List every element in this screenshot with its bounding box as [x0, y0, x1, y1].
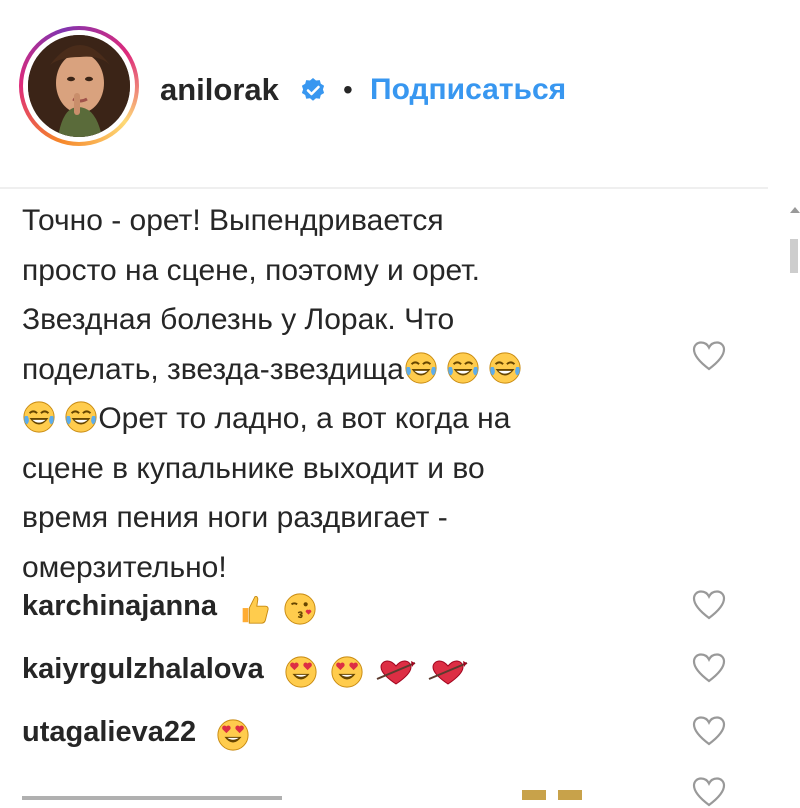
avatar-gap	[23, 30, 135, 142]
scroll-up-arrow-icon[interactable]	[790, 207, 800, 213]
comment-emojis	[284, 645, 472, 695]
follow-button[interactable]: Подписаться	[370, 70, 566, 110]
caption-line: Точно - орет! Выпендривается	[22, 204, 444, 237]
thumbs-up-icon	[237, 592, 271, 626]
comment-emojis	[237, 582, 321, 632]
separator-dot: •	[343, 74, 353, 105]
divider	[0, 187, 768, 189]
scroll-thumb[interactable]	[790, 239, 798, 273]
caption-line: сцене в купальнике выходит и во	[22, 451, 485, 485]
caption-line: время пения ноги раздвигает -	[22, 501, 448, 534]
next-comment-top-sliver	[22, 790, 582, 800]
face-blowing-kiss-icon	[283, 592, 317, 626]
like-comment-heart-icon[interactable]	[692, 589, 726, 621]
caption-line: Звездная болезнь у Лорак. Что	[22, 303, 455, 336]
comment-username[interactable]: utagalieva22	[22, 716, 196, 748]
avatar[interactable]	[28, 35, 130, 137]
tears-of-joy-icon	[488, 351, 522, 385]
caption-line: поделать, звезда-звездища	[22, 345, 622, 395]
heart-with-arrow-icon	[428, 657, 468, 687]
like-comment-heart-icon[interactable]	[692, 652, 726, 684]
next-comment-partial	[22, 776, 622, 800]
caption-line-text: поделать, звезда-звездища	[22, 352, 404, 386]
avatar-image	[28, 35, 130, 137]
tears-of-joy-icon	[22, 400, 56, 434]
comment-username[interactable]: kaiyrgulzhalalova	[22, 653, 264, 685]
caption-line: Орет то ладно, а вот когда на	[22, 394, 622, 444]
comment-username[interactable]: karchinajanna	[22, 590, 217, 622]
verified-badge-icon	[301, 78, 325, 101]
caption-line: просто на сцене, поэтому и орет.	[22, 253, 480, 287]
like-comment-heart-icon[interactable]	[692, 776, 726, 808]
heart-eyes-icon	[284, 655, 318, 689]
heart-eyes-icon	[330, 655, 364, 689]
heart-with-arrow-icon	[376, 657, 416, 687]
heart-eyes-icon	[216, 718, 250, 752]
tears-of-joy-icon	[446, 351, 480, 385]
caption-line-text: Орет то ладно, а вот когда на	[98, 402, 511, 435]
like-caption-heart-icon[interactable]	[692, 340, 726, 372]
story-ring[interactable]	[19, 26, 139, 146]
comment-emojis	[216, 708, 254, 758]
comment-row: karchinajanna	[22, 581, 662, 631]
post-username[interactable]: anilorak	[160, 70, 279, 110]
caption-text: Точно - орет! Выпендривается просто на с…	[22, 196, 622, 592]
scrollbar[interactable]	[786, 205, 800, 795]
post-header: anilorak • Подписаться	[0, 0, 800, 185]
comment-row: utagalieva22	[22, 707, 662, 757]
tears-of-joy-icon	[404, 351, 438, 385]
tears-of-joy-icon	[64, 400, 98, 434]
like-comment-heart-icon[interactable]	[692, 715, 726, 747]
comment-row: kaiyrgulzhalalova	[22, 644, 662, 694]
